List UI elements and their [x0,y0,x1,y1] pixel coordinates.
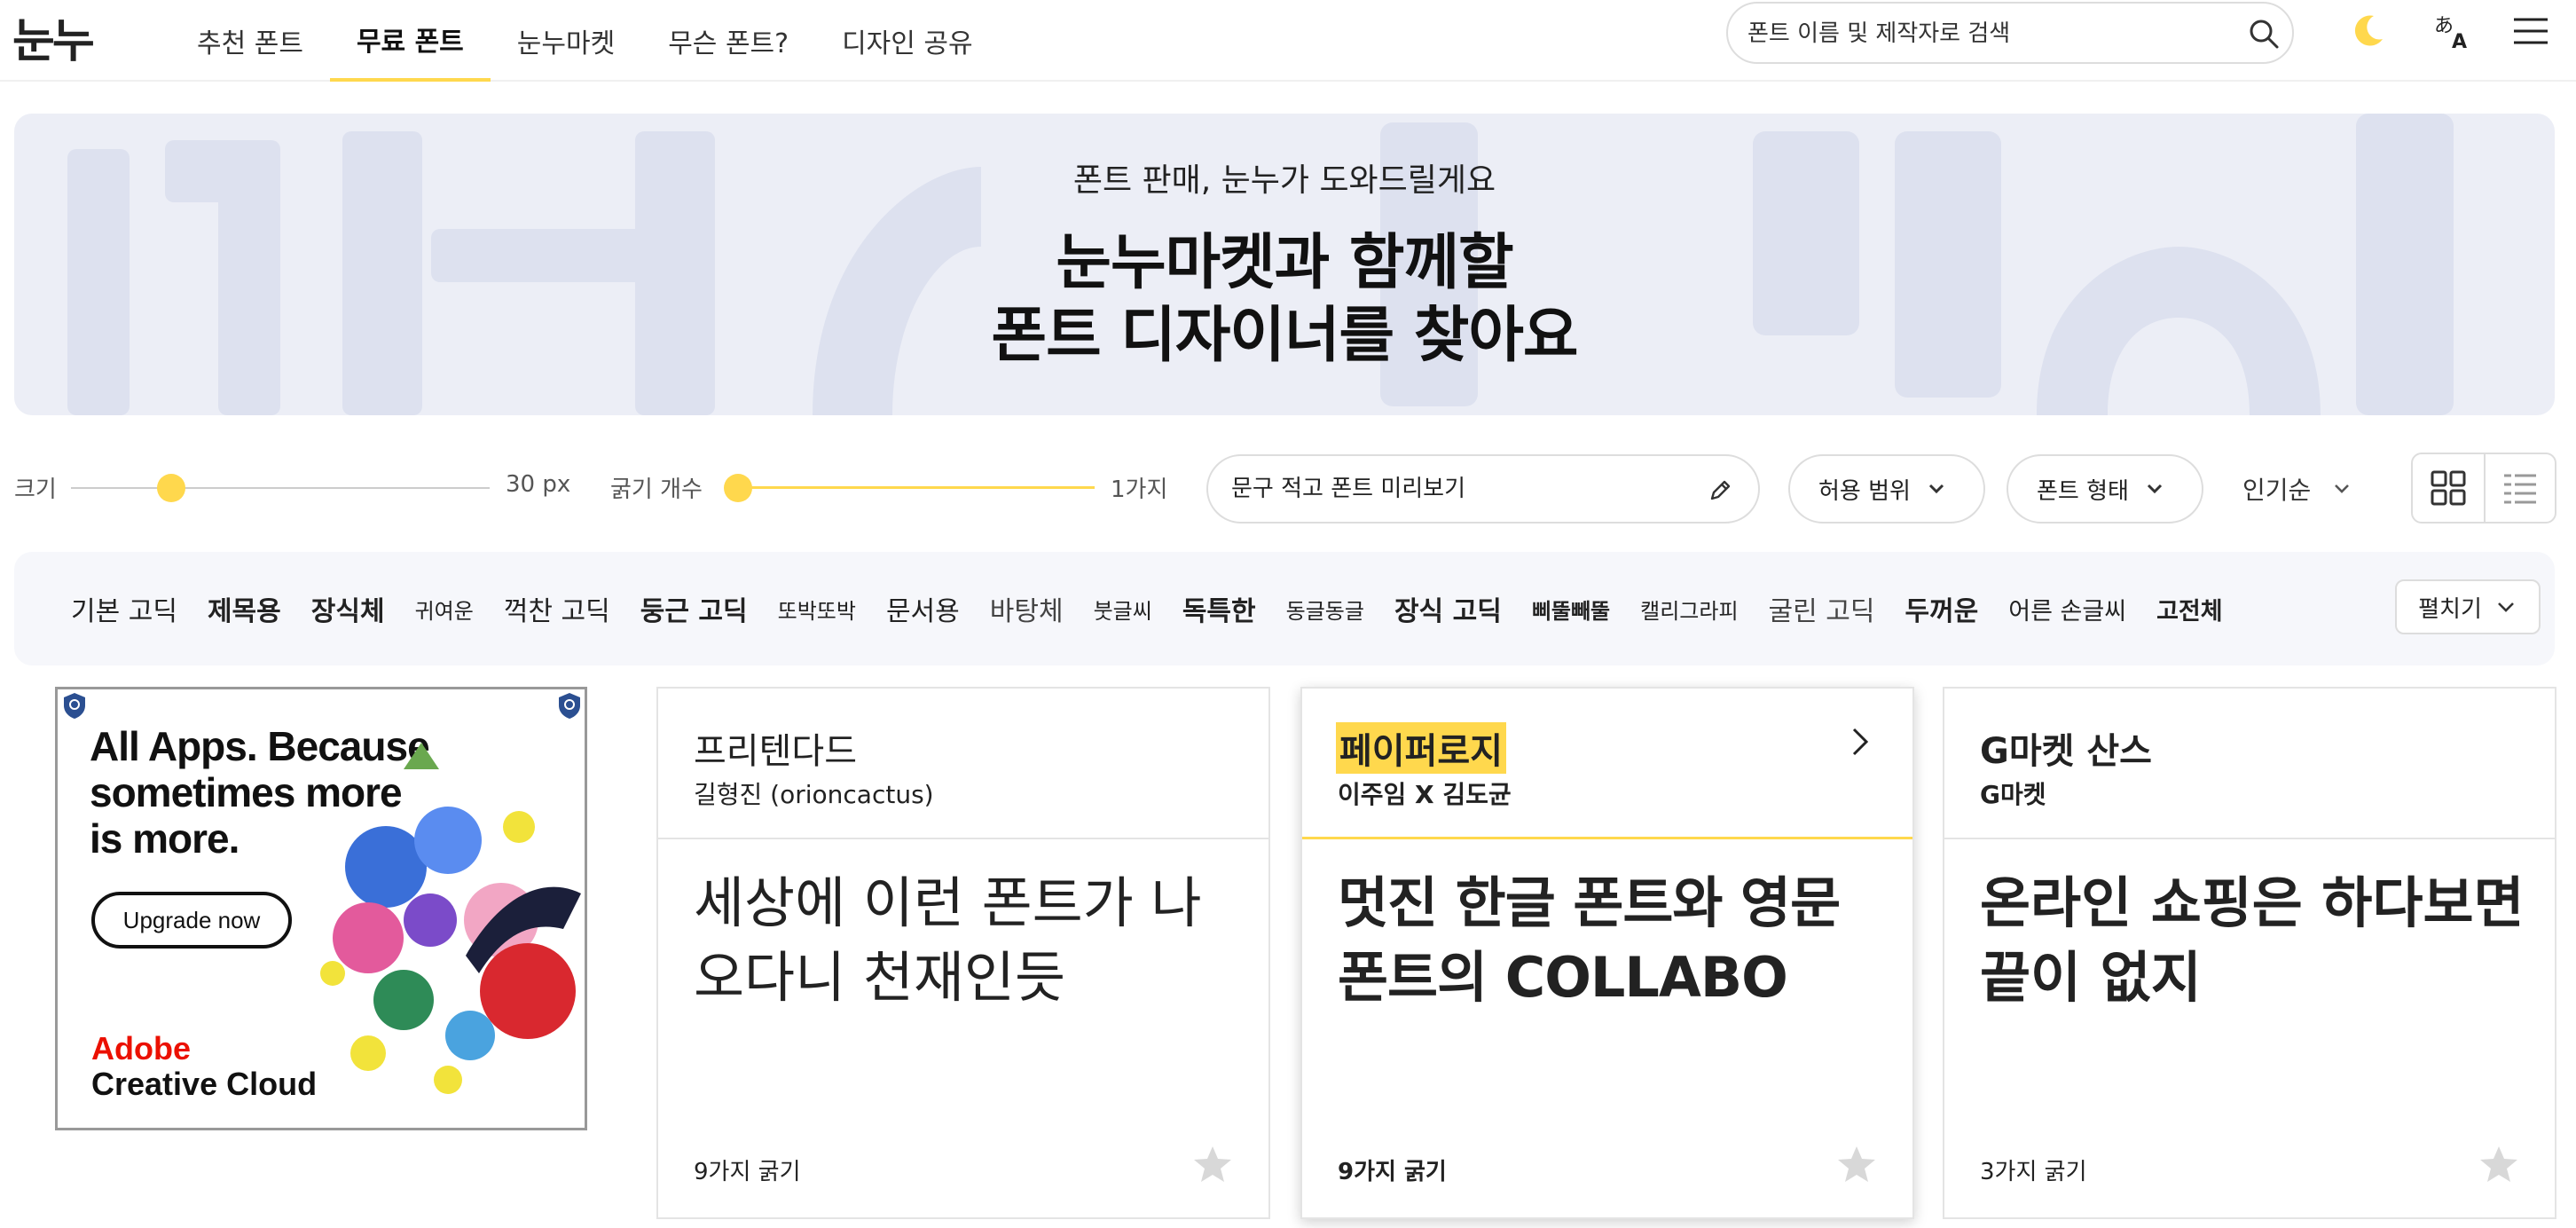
expand-categories-button[interactable]: 펼치기 [2395,579,2541,634]
ad-brand-adobe: Adobe [91,1030,191,1067]
category-cute[interactable]: 귀여운 [415,594,474,625]
weights-value: 1가지 [1111,476,1168,503]
size-slider-handle[interactable] [157,474,186,502]
font-sample-text: 세상에 이런 폰트가 나오다니 천재인듯 [694,870,1202,1010]
font-sample-text: 멋진 한글 폰트와 영문 폰트의 COLLABO [1338,870,1841,1010]
category-wobbly[interactable]: 삐뚤빼뚤 [1532,594,1610,625]
promo-banner[interactable]: 폰트 판매, 눈누가 도와드릴게요 눈누마켓과 함께할 폰트 디자이너를 찾아요 [14,114,2555,415]
font-author: 이주임 X 김도균 [1338,780,1512,809]
nav-item-market[interactable]: 눈누마켓 [491,0,641,82]
category-decorative[interactable]: 장식체 [311,589,385,628]
advertisement[interactable]: All Apps. Because sometimes more is more… [55,687,587,1130]
category-bar: 기본 고딕 제목용 장식체 귀여운 꺽찬 고딕 둥근 고딕 또박또박 문서용 바… [14,552,2555,665]
star-icon[interactable] [2477,1143,2521,1187]
banner-subtitle: 폰트 판매, 눈누가 도와드릴게요 [1072,162,1496,199]
card-header: 페이퍼로지 이주임 X 김도균 [1302,689,1912,839]
size-value: 30 px [506,471,571,498]
preview-text-field [1206,454,1760,523]
font-card-pretendard[interactable]: 프리텐다드 길형진 (orioncactus) 세상에 이런 폰트가 나오다니 … [656,687,1270,1219]
category-basic-gothic[interactable]: 기본 고딕 [71,589,177,628]
pencil-icon[interactable] [1707,477,1733,504]
size-label: 크기 [14,476,57,503]
font-card-paperlogy[interactable]: 페이퍼로지 이주임 X 김도균 멋진 한글 폰트와 영문 폰트의 COLLABO… [1300,687,1914,1219]
chevron-down-icon [2147,484,2163,494]
license-filter[interactable]: 허용 범위 [1788,454,1985,523]
category-serif[interactable]: 바탕체 [990,589,1064,628]
sort-dropdown[interactable]: 인기순 [2242,454,2353,523]
weights-slider-handle[interactable] [724,474,752,502]
flower-illustration [320,743,581,1094]
star-icon[interactable] [1190,1143,1235,1187]
category-document[interactable]: 문서용 [886,589,960,628]
expand-label: 펼치기 [2418,595,2482,623]
category-condensed-gothic[interactable]: 꺽찬 고딕 [504,589,610,628]
weights-label: 굵기 개수 [610,476,703,503]
font-author: G마켓 [1980,780,2046,809]
ad-brand-creative-cloud: Creative Cloud [91,1066,318,1102]
chevron-right-icon[interactable] [1842,724,1877,760]
chevron-down-icon [2497,602,2514,612]
svg-text:あ: あ [2434,15,2454,37]
top-header: 눈누 추천 폰트 무료 폰트 눈누마켓 무슨 폰트? 디자인 공유 あ A [0,0,2576,82]
category-unique[interactable]: 독특한 [1182,589,1256,628]
view-toggle [2411,453,2556,523]
font-name[interactable]: 프리텐다드 [694,722,857,774]
category-title[interactable]: 제목용 [208,589,281,628]
grid-icon [2431,470,2466,506]
nav-item-design-share[interactable]: 디자인 공유 [815,0,1000,82]
category-roundish[interactable]: 동글동글 [1286,594,1364,625]
category-list: 기본 고딕 제목용 장식체 귀여운 꺽찬 고딕 둥근 고딕 또박또박 문서용 바… [71,552,2253,665]
translate-icon[interactable]: あ A [2432,11,2473,51]
license-filter-label: 허용 범위 [1818,477,1911,505]
list-view-button[interactable] [2484,454,2555,522]
chevron-down-icon [2335,484,2350,493]
category-adult-handwriting[interactable]: 어른 손글씨 [2008,592,2126,626]
menu-icon[interactable] [2510,11,2551,51]
font-author: 길형진 (orioncactus) [694,780,934,809]
shield-icon [64,693,85,719]
category-calligraphy[interactable]: 캘리그라피 [1640,594,1738,625]
category-rounded-gothic[interactable]: 굴린 고딕 [1769,589,1875,628]
font-weight-count: 3가지 굵기 [1980,1159,2087,1185]
grid-view-button[interactable] [2413,454,2484,522]
font-type-filter[interactable]: 폰트 형태 [2007,454,2203,523]
font-weight-count: 9가지 굵기 [694,1159,801,1185]
upgrade-now-button[interactable]: Upgrade now [91,892,292,949]
font-name[interactable]: G마켓 산스 [1980,722,2152,774]
nav-item-recommended[interactable]: 추천 폰트 [170,0,330,82]
nav-item-which-font[interactable]: 무슨 폰트? [641,0,815,82]
font-weight-count: 9가지 굵기 [1338,1159,1447,1185]
weights-slider-track[interactable] [731,486,1095,489]
font-type-filter-label: 폰트 형태 [2037,477,2129,505]
category-decorative-gothic[interactable]: 장식 고딕 [1394,589,1502,628]
preview-input[interactable] [1231,476,1692,502]
category-thick[interactable]: 두꺼운 [1905,589,1978,628]
list-icon [2504,474,2536,504]
search-icon[interactable] [2246,16,2281,51]
sort-label: 인기순 [2242,476,2312,505]
font-name[interactable]: 페이퍼로지 [1336,722,1506,774]
svg-text:A: A [2452,31,2467,51]
search-input[interactable] [1747,14,2227,53]
main-nav: 추천 폰트 무료 폰트 눈누마켓 무슨 폰트? 디자인 공유 [170,0,1000,82]
category-classic[interactable]: 고전체 [2156,592,2223,626]
card-header: G마켓 산스 G마켓 [1944,689,2555,839]
font-card-gmarket-sans[interactable]: G마켓 산스 G마켓 온라인 쇼핑은 하다보면 끝이 없지 3가지 굵기 [1943,687,2556,1219]
font-search [1726,2,2294,64]
chevron-down-icon [1928,484,1944,494]
star-icon[interactable] [1834,1143,1879,1187]
size-slider-track[interactable] [71,487,490,489]
card-header: 프리텐다드 길형진 (orioncactus) [658,689,1268,839]
site-logo[interactable]: 눈누 [12,4,95,70]
banner-title-line2: 폰트 디자이너를 찾아요 [991,301,1579,371]
category-round-gothic[interactable]: 둥근 고딕 [640,589,748,628]
moon-icon[interactable] [2347,11,2388,51]
category-neat[interactable]: 또박또박 [778,594,856,625]
category-brush[interactable]: 붓글씨 [1094,594,1152,625]
nav-item-free-fonts[interactable]: 무료 폰트 [329,0,491,82]
font-sample-text: 온라인 쇼핑은 하다보면 끝이 없지 [1980,870,2525,1010]
